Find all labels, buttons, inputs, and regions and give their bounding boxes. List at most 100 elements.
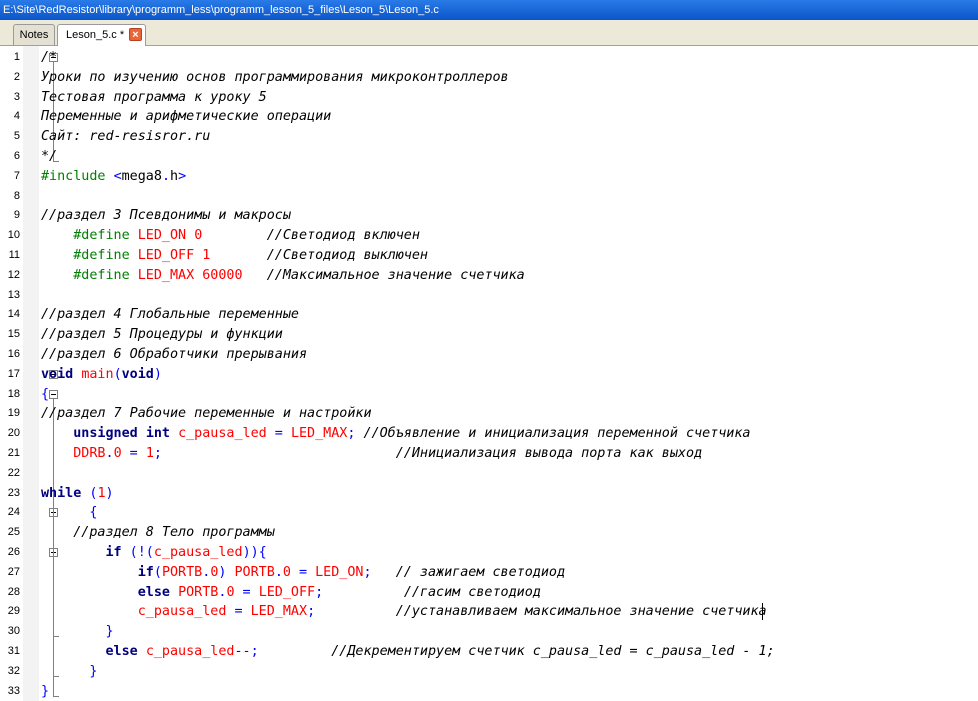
- code-token: //Объявление и инициализация переменной …: [363, 426, 751, 442]
- line-number: 20: [7, 427, 20, 440]
- code-token: ): [105, 485, 114, 501]
- code-token: }: [41, 663, 98, 679]
- code-token: mega8: [121, 168, 162, 184]
- code-token: c_pausa_led: [137, 604, 227, 620]
- line-number: 9: [13, 209, 20, 222]
- code-token: 1: [97, 485, 106, 501]
- code-token: if: [137, 564, 154, 580]
- code-token-part: [186, 228, 194, 243]
- code-token: .: [105, 446, 114, 461]
- line-number: 18: [7, 387, 20, 400]
- code-token: ;: [153, 446, 396, 461]
- line-number-gutter: 1 2 3 4 5 6 7 8 9 10 11 12 13 14 15 16 17 18 19 20 21 22 23 24 2…: [0, 46, 23, 701]
- code-token: 0: [282, 564, 291, 580]
- code-line: if (!(c_pausa_led)){: [41, 543, 267, 563]
- line-number: 22: [7, 466, 20, 479]
- code-line: unsigned int c_pausa_led = LED_MAX; //Об…: [41, 424, 750, 444]
- code-line: //раздел 3 Псевдонимы и макросы: [41, 206, 291, 226]
- code-token: =: [290, 564, 316, 580]
- code-token: while: [41, 485, 82, 501]
- code-token: //Инициализация вывода порта как выход: [395, 446, 703, 461]
- code-line: //раздел 5 Процедуры и функции: [41, 325, 283, 345]
- code-token: LED_ON: [315, 564, 364, 580]
- line-number: 15: [7, 328, 20, 341]
- code-token: #define: [41, 228, 138, 244]
- code-token: //раздел 3 Псевдонимы и макросы: [41, 208, 291, 224]
- code-token: =: [121, 446, 146, 461]
- code-token: //Светодиод выключен: [266, 248, 428, 263]
- code-line: //раздел 6 Обработчики прерывания: [41, 345, 307, 365]
- line-number: 1: [13, 51, 20, 63]
- code-token: PORTB: [178, 584, 219, 600]
- code-line: #define LED_MAX 60000 //Максимальное зна…: [41, 266, 525, 286]
- code-token: Уроки по изучению основ программирования…: [41, 69, 509, 85]
- line-number: 4: [13, 110, 20, 123]
- code-token: c_pausa_led: [153, 545, 243, 560]
- code-token: {: [41, 386, 50, 402]
- code-token: #define: [41, 248, 138, 263]
- code-text-area[interactable]: /* Уроки по изучению основ программирован…: [39, 46, 978, 701]
- code-token: c_pausa_led: [178, 426, 267, 442]
- code-token: }: [41, 624, 114, 640]
- code-editor[interactable]: 1 2 3 4 5 6 7 8 9 10 11 12 13 14 15 16 17 18 19 20 21 22 23 24 2…: [0, 46, 978, 701]
- code-token: ): [218, 564, 235, 580]
- tab-notes[interactable]: Notes: [13, 24, 55, 45]
- code-line: /*: [41, 48, 57, 68]
- code-line: if(PORTB.0) PORTB.0 = LED_ON; // зажигае…: [41, 563, 565, 583]
- code-line: */: [41, 147, 57, 167]
- fold-margin[interactable]: [23, 46, 59, 701]
- code-line: #define LED_OFF 1 //Светодиод выключен: [41, 246, 428, 266]
- code-line: {: [41, 385, 49, 405]
- code-token: //устанавливаем максимальное значение сч…: [395, 604, 767, 620]
- line-number: 6: [13, 150, 20, 162]
- line-number: 7: [13, 169, 20, 182]
- window-title: E:\Site\RedResistor\library\programm_les…: [3, 4, 439, 16]
- code-line: {: [41, 503, 97, 523]
- line-number: 28: [7, 585, 20, 598]
- text-caret: [762, 603, 763, 621]
- code-token-part: [210, 248, 266, 263]
- code-token: =: [234, 584, 259, 600]
- code-token: //раздел 7 Рабочие переменные и настройк…: [41, 406, 372, 422]
- tab-notes-label: Notes: [19, 29, 49, 41]
- code-token: 0: [113, 446, 122, 461]
- code-line: Сайт: red-resisror.ru: [41, 127, 210, 147]
- code-token: // зажигаем светодиод: [395, 564, 566, 580]
- code-token: LED_ON 0: [138, 228, 267, 243]
- line-number: 33: [7, 684, 20, 697]
- code-line: }: [41, 682, 49, 701]
- close-icon[interactable]: ×: [129, 28, 142, 41]
- code-line: void main(void): [41, 365, 162, 385]
- line-number: 31: [7, 645, 20, 657]
- code-token: (: [113, 366, 122, 382]
- window-title-bar: E:\Site\RedResistor\library\programm_les…: [0, 0, 978, 20]
- code-token: PORTB: [161, 564, 203, 580]
- code-token: unsigned: [73, 426, 138, 442]
- code-token: )){: [242, 545, 267, 560]
- code-token: #include: [41, 168, 114, 184]
- code-line: Уроки по изучению основ программирования…: [41, 68, 509, 88]
- code-token-part: [243, 268, 267, 283]
- code-token: >: [178, 168, 187, 184]
- code-token-part: LED_MAX: [137, 267, 195, 283]
- line-number: 16: [7, 348, 20, 360]
- code-token: //гасим светодиод: [403, 584, 541, 600]
- line-number: 11: [8, 249, 20, 261]
- code-token: //раздел 8 Тело программы: [73, 525, 275, 541]
- line-number: 8: [13, 189, 20, 202]
- code-token: DDRB: [73, 446, 106, 461]
- tab-leson-5-c[interactable]: Leson_5.c * ×: [57, 24, 146, 46]
- code-line: #define LED_ON 0 //Светодиод включен: [41, 226, 420, 246]
- tab-bar: Notes Leson_5.c * ×: [0, 20, 978, 46]
- code-line: else PORTB.0 = LED_OFF; //гасим светодио…: [41, 583, 541, 603]
- code-token: void: [121, 366, 154, 382]
- code-line: //раздел 4 Глобальные переменные: [41, 305, 299, 325]
- code-line: while (1): [41, 484, 114, 504]
